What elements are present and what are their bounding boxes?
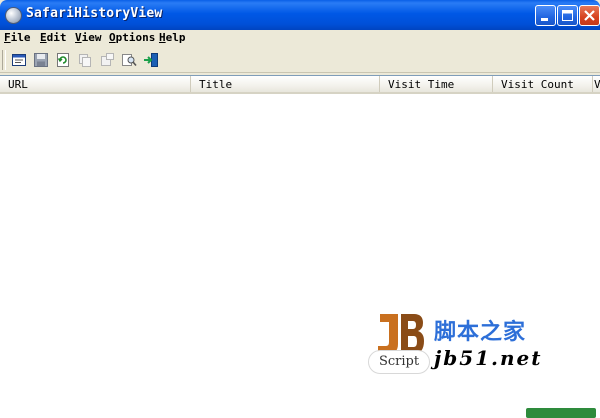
column-header-visit-count[interactable]: Visit Count bbox=[493, 76, 593, 92]
app-globe-icon[interactable] bbox=[5, 7, 22, 24]
save-button[interactable] bbox=[31, 50, 51, 70]
watermark-script-label: Script bbox=[368, 350, 430, 374]
copy-url-button[interactable] bbox=[97, 50, 117, 70]
watermark-site-name: 脚本之家 bbox=[434, 320, 527, 345]
title-bar[interactable]: SafariHistoryView bbox=[0, 0, 600, 30]
minimize-button[interactable] bbox=[535, 5, 556, 26]
maximize-button[interactable] bbox=[557, 5, 578, 26]
toolbar-grip[interactable] bbox=[2, 50, 6, 70]
menu-options[interactable]: Options bbox=[109, 31, 155, 44]
window-title: SafariHistoryView bbox=[26, 6, 163, 21]
refresh-icon bbox=[57, 53, 69, 67]
save-icon bbox=[34, 53, 48, 67]
properties-icon bbox=[12, 54, 26, 66]
menu-view[interactable]: View bbox=[75, 31, 102, 44]
maximize-icon bbox=[562, 10, 573, 21]
column-header-url[interactable]: URL bbox=[0, 76, 191, 92]
list-header: URL Title Visit Time Visit Count V bbox=[0, 76, 600, 94]
minimize-icon bbox=[541, 18, 548, 21]
toolbar bbox=[0, 47, 600, 73]
menu-bar: File Edit View Options Help bbox=[0, 30, 600, 47]
menu-help[interactable]: Help bbox=[159, 31, 186, 44]
exit-icon bbox=[144, 53, 158, 67]
app-window: SafariHistoryView File Edit View Options… bbox=[0, 0, 600, 418]
column-header-title[interactable]: Title bbox=[191, 76, 380, 92]
properties-button[interactable] bbox=[9, 50, 29, 70]
copy-url-icon bbox=[101, 53, 114, 66]
watermark: Script 脚本之家 jb51.net bbox=[368, 306, 600, 418]
close-icon bbox=[584, 10, 595, 21]
find-icon bbox=[122, 54, 137, 67]
column-header-more[interactable]: V bbox=[593, 76, 600, 92]
watermark-site-url: jb51.net bbox=[434, 346, 543, 370]
copy-icon bbox=[79, 54, 91, 67]
column-header-visit-time[interactable]: Visit Time bbox=[380, 76, 493, 92]
watermark-green-strip bbox=[526, 408, 596, 418]
refresh-button[interactable] bbox=[53, 50, 73, 70]
close-button[interactable] bbox=[579, 5, 600, 26]
menu-edit[interactable]: Edit bbox=[40, 31, 67, 44]
copy-button[interactable] bbox=[75, 50, 95, 70]
find-button[interactable] bbox=[119, 50, 139, 70]
menu-file[interactable]: File bbox=[4, 31, 31, 44]
exit-button[interactable] bbox=[141, 50, 161, 70]
